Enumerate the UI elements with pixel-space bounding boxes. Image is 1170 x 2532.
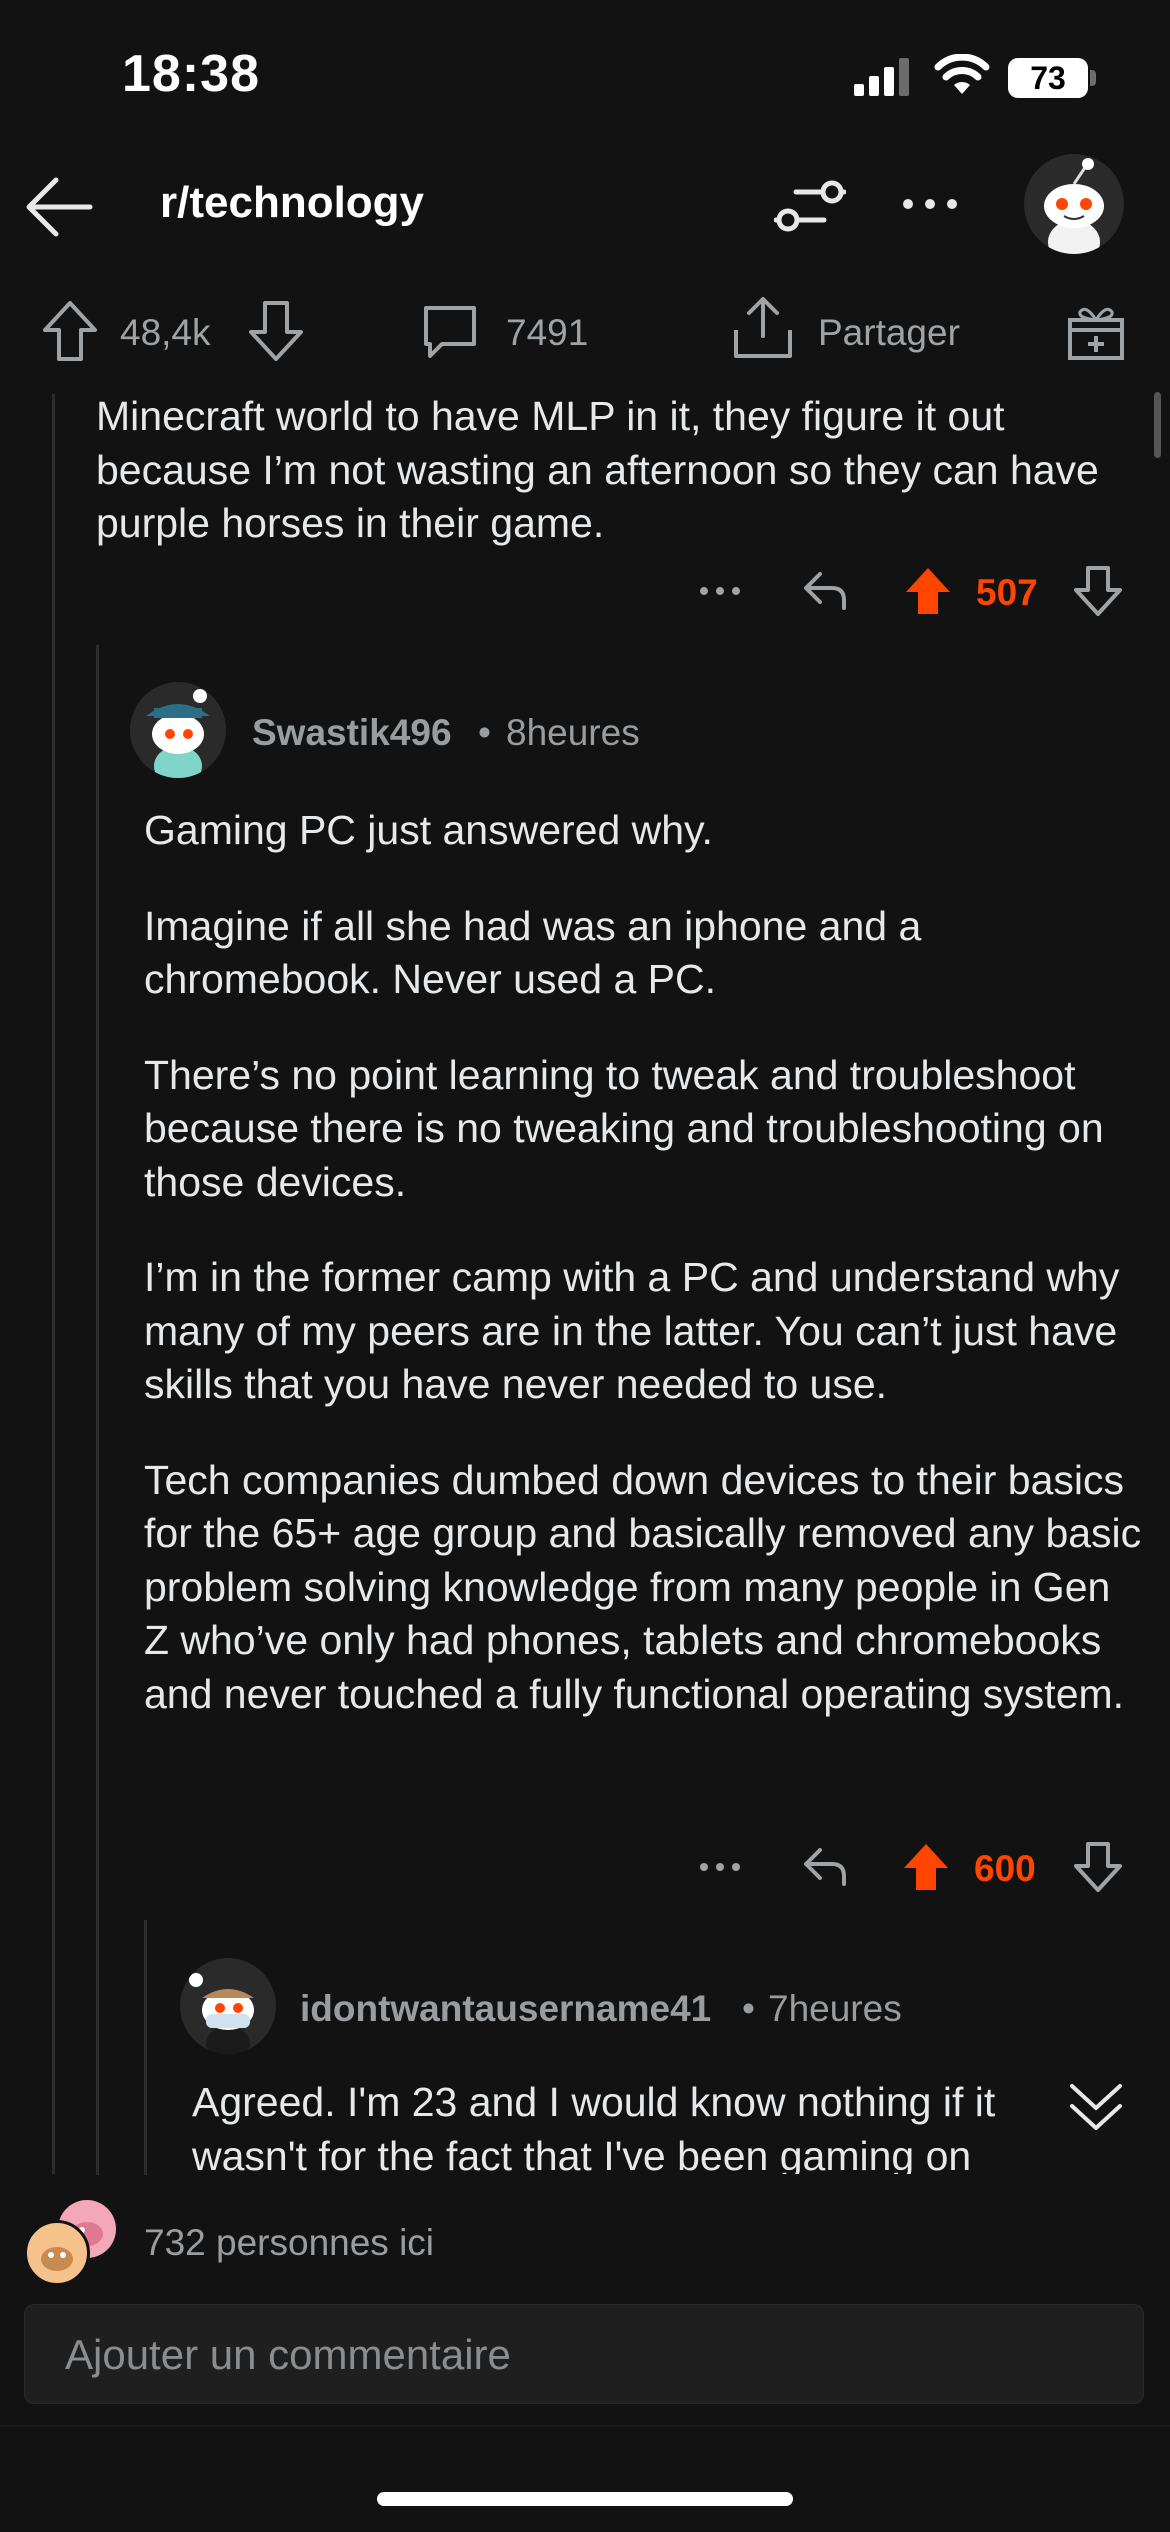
comment-clip: Agreed. I'm 23 and I would know nothing …	[192, 2076, 1092, 2174]
share-icon[interactable]	[732, 296, 794, 360]
more-options-icon[interactable]	[900, 196, 960, 212]
comment-paragraph: Imagine if all she had was an iphone and…	[144, 902, 922, 1003]
bottom-divider	[0, 2425, 1170, 2427]
comment-author[interactable]: Swastik496	[252, 712, 452, 754]
reply-icon[interactable]	[802, 570, 848, 612]
upvote-active-icon[interactable]	[902, 1842, 950, 1892]
comment-body: Gaming PC just answered why. Imagine if …	[144, 804, 1144, 1763]
status-time: 18:38	[122, 45, 260, 103]
thread-rail-1[interactable]	[52, 394, 55, 2174]
comment-paragraph: Gaming PC just answered why.	[144, 807, 713, 853]
author-avatar[interactable]	[180, 1958, 276, 2054]
viewer-avatar	[24, 2220, 90, 2286]
share-button[interactable]: Partager	[818, 312, 960, 354]
back-arrow-icon[interactable]	[24, 172, 94, 242]
comment-score: 600	[974, 1848, 1036, 1889]
author-avatar[interactable]	[130, 682, 226, 778]
battery-indicator: 73	[1008, 58, 1088, 98]
comment-paragraph: Tech companies dumbed down devices to th…	[144, 1456, 1142, 1717]
subreddit-title[interactable]: r/technology	[160, 178, 424, 228]
filter-icon[interactable]	[774, 176, 846, 236]
signal-icon	[854, 56, 912, 96]
add-comment-input[interactable]: Ajouter un commentaire	[24, 2304, 1144, 2404]
comment-meta-separator: •	[478, 712, 491, 753]
user-avatar[interactable]	[1024, 154, 1124, 254]
downvote-icon[interactable]	[1074, 1842, 1122, 1892]
thread-rail-3[interactable]	[144, 1920, 147, 2175]
comment-author[interactable]: idontwantausername41	[300, 1988, 711, 2030]
comment-paragraph: There’s no point learning to tweak and t…	[144, 1051, 1104, 1205]
comment-bubble-icon[interactable]	[420, 302, 480, 362]
comment-time: 8heures	[506, 712, 640, 753]
upvote-icon[interactable]	[42, 300, 98, 362]
upvote-active-icon[interactable]	[904, 566, 952, 616]
comment-score: 507	[976, 572, 1038, 613]
comment-time: 7heures	[768, 1988, 902, 2029]
thread-rail-2[interactable]	[96, 645, 99, 2175]
comment-meta-separator: •	[742, 1988, 755, 2029]
comment-text: Minecraft world to have MLP in it, they …	[96, 393, 1099, 546]
home-indicator[interactable]	[377, 2492, 793, 2506]
downvote-icon[interactable]	[248, 300, 304, 362]
scrollbar[interactable]	[1154, 392, 1161, 458]
award-gift-icon[interactable]	[1066, 300, 1126, 362]
reply-icon[interactable]	[802, 1846, 848, 1888]
wifi-icon	[934, 54, 990, 96]
collapse-thread-icon[interactable]	[1068, 2080, 1124, 2134]
post-comment-count: 7491	[506, 312, 589, 353]
viewer-count: 732 personnes ici	[144, 2222, 435, 2263]
comment-paragraph: I’m in the former camp with a PC and und…	[144, 1254, 1120, 1407]
more-options-icon[interactable]	[698, 584, 742, 598]
battery-tip	[1090, 70, 1096, 86]
comment-text: Agreed. I'm 23 and I would know nothing …	[192, 2079, 996, 2174]
post-upvote-count: 48,4k	[120, 312, 211, 353]
downvote-icon[interactable]	[1074, 566, 1122, 616]
more-options-icon[interactable]	[698, 1860, 742, 1874]
